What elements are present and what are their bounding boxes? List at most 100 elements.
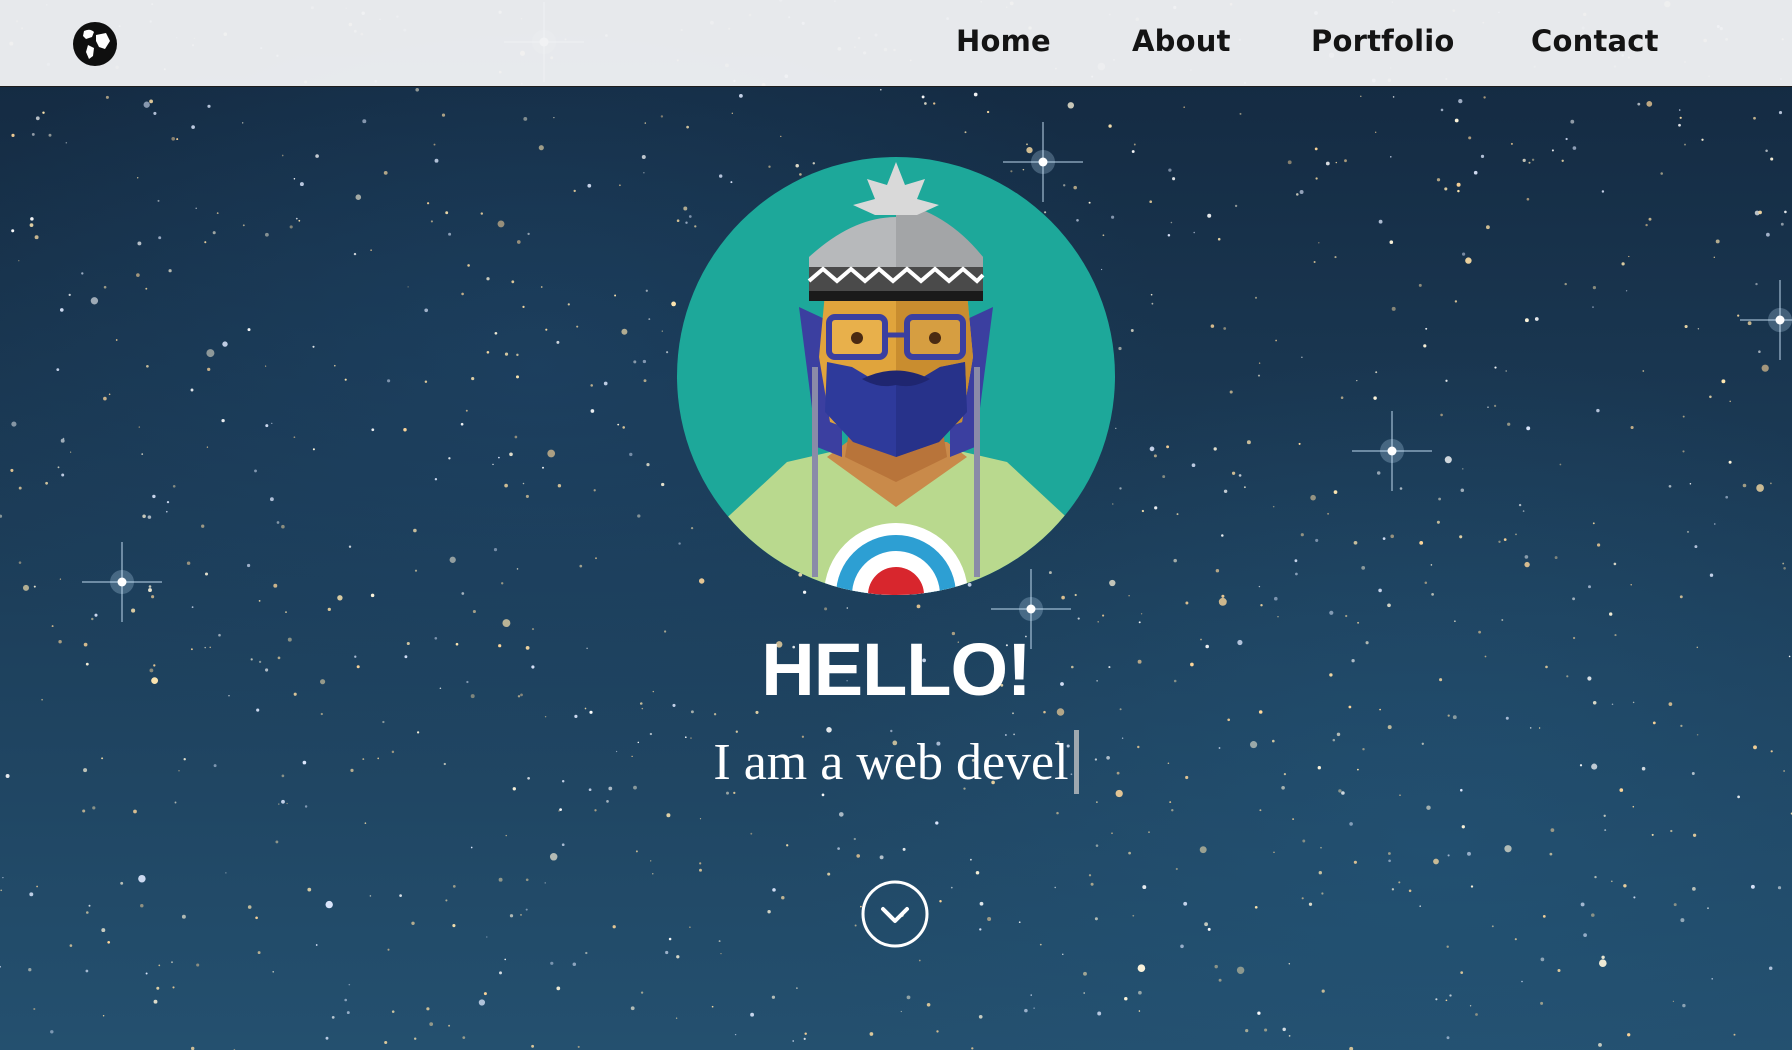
scroll-down-button[interactable] [860, 879, 930, 949]
star [1074, 593, 1077, 597]
star [42, 111, 45, 114]
star [101, 928, 106, 933]
star [1670, 829, 1673, 833]
star [1171, 809, 1174, 812]
star [772, 888, 776, 892]
star [1572, 146, 1577, 150]
nav-link-portfolio[interactable]: Portfolio [1311, 24, 1455, 58]
star [452, 885, 456, 888]
star [465, 409, 468, 412]
star [1176, 513, 1179, 516]
star [1459, 535, 1463, 539]
star [1108, 124, 1112, 128]
star [1682, 1003, 1686, 1008]
star [1438, 497, 1442, 501]
star [1140, 613, 1143, 615]
star [1514, 938, 1517, 941]
hero-section: HELLO! I am a web devel [0, 0, 1792, 1050]
star [462, 1036, 466, 1039]
star [1531, 158, 1535, 161]
star [1111, 215, 1115, 219]
star [312, 345, 315, 348]
sparkle-star [82, 542, 162, 622]
star [151, 595, 155, 599]
star [1526, 426, 1531, 431]
star [1454, 300, 1458, 303]
star [18, 260, 20, 262]
star [1131, 150, 1135, 153]
star [556, 340, 560, 344]
star [1378, 588, 1382, 593]
star [1102, 614, 1105, 617]
star [362, 119, 367, 124]
star [675, 1017, 678, 1019]
star [1765, 149, 1768, 153]
star [138, 874, 146, 883]
star [1277, 616, 1279, 618]
star [1505, 716, 1509, 720]
star [1231, 471, 1236, 475]
star [1433, 858, 1439, 865]
star [1392, 96, 1395, 98]
star [498, 456, 500, 459]
nav-menu: Home About Portfolio Contact [0, 0, 1792, 87]
nav-link-about[interactable]: About [1132, 24, 1231, 58]
star [900, 1010, 902, 1013]
star [879, 88, 882, 91]
star [1522, 510, 1525, 512]
star [1431, 593, 1434, 596]
star [1498, 540, 1501, 543]
star [56, 368, 60, 371]
star [1460, 488, 1465, 493]
star [573, 189, 576, 193]
star [22, 584, 30, 591]
avatar [677, 157, 1115, 595]
star [1778, 111, 1783, 115]
star [641, 155, 646, 159]
nav-link-contact[interactable]: Contact [1531, 24, 1659, 58]
star [572, 962, 577, 966]
star [1273, 851, 1275, 853]
star [1172, 177, 1176, 181]
star [1292, 818, 1295, 821]
star [1097, 621, 1099, 623]
star [1601, 190, 1605, 193]
star [1173, 558, 1177, 563]
star [666, 351, 669, 354]
star [1467, 851, 1471, 856]
star [206, 446, 209, 448]
star [1111, 832, 1113, 835]
star [689, 926, 691, 929]
star [561, 843, 565, 847]
star [1684, 143, 1686, 146]
star [936, 1030, 939, 1033]
star [916, 604, 921, 609]
star [1096, 801, 1098, 803]
star [115, 339, 118, 341]
star [186, 561, 191, 565]
star [1609, 612, 1613, 616]
star [195, 207, 197, 210]
star [1223, 327, 1227, 330]
nav-link-home[interactable]: Home [956, 24, 1051, 58]
star [493, 548, 498, 552]
star [1183, 106, 1186, 109]
star [1101, 268, 1103, 271]
star [1678, 109, 1681, 111]
star [545, 328, 548, 331]
star [1390, 156, 1392, 158]
star [576, 325, 579, 328]
star [739, 94, 743, 98]
star [1475, 1013, 1478, 1016]
star [1333, 490, 1338, 494]
star [257, 951, 261, 955]
star [1141, 509, 1145, 513]
navbar: Home About Portfolio Contact [0, 0, 1792, 87]
star [107, 940, 111, 944]
star [1221, 534, 1224, 537]
star [1580, 902, 1585, 907]
star [635, 850, 638, 853]
star [1784, 210, 1787, 214]
star [269, 497, 274, 502]
star [1504, 845, 1512, 853]
